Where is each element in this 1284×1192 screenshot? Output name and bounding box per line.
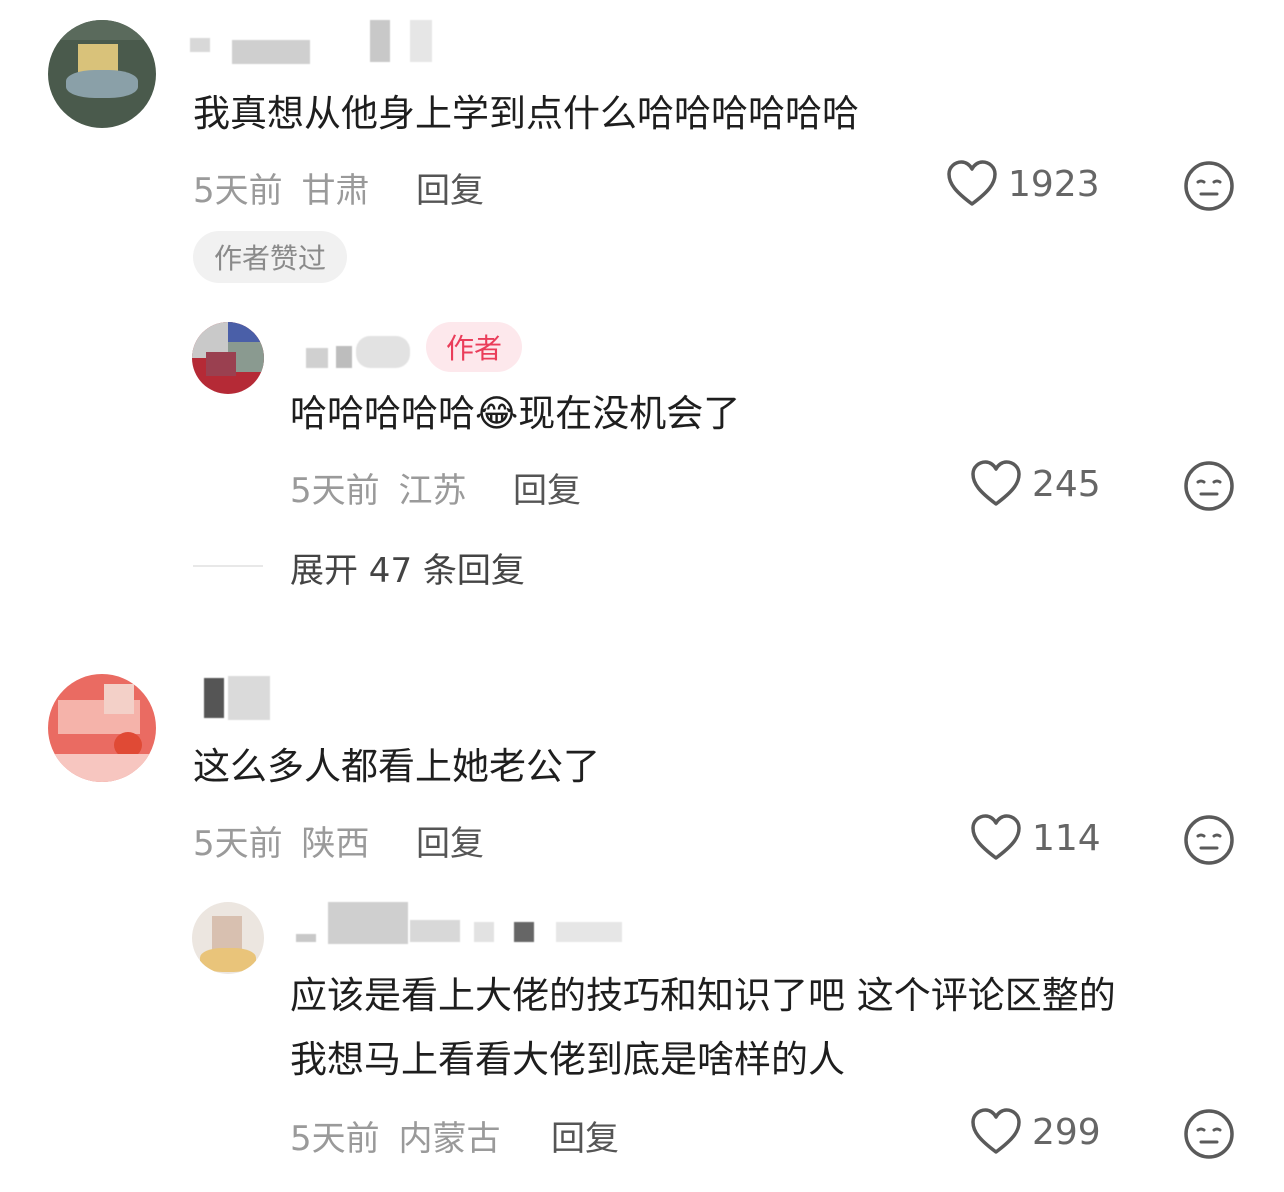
reply-author-avatar[interactable] [192,322,264,394]
expand-replies-button[interactable]: 展开 47 条回复 [290,543,525,592]
heart-outline-icon [971,460,1021,506]
author-liked-badge: 作者赞过 [193,231,347,283]
like-button[interactable]: 299 [970,1108,1101,1156]
heart-outline-icon [971,1108,1021,1154]
reply-author-avatar[interactable] [192,902,264,974]
author-badge: 作者 [426,322,522,372]
comment-location: 陕西 [301,824,370,864]
heart-outline-icon [971,814,1021,860]
reply-location: 内蒙古 [398,1119,501,1159]
meh-face-icon[interactable] [1183,814,1235,866]
like-count: 114 [1032,817,1101,859]
reply-location: 江苏 [398,471,467,511]
heart-outline-icon [947,160,997,206]
comment-text: 我真想从他身上学到点什么哈哈哈哈哈哈 [193,92,859,135]
like-button[interactable]: 1923 [946,160,1100,208]
reply-text-line-2: 我想马上看看大佬到底是啥样的人 [290,1038,845,1081]
like-count: 1923 [1008,163,1100,205]
comment-time: 5天前 [193,824,283,864]
reply-button[interactable]: 回复 [416,816,484,865]
reply-button[interactable]: 回复 [513,463,581,512]
comment-time: 5天前 [193,171,283,211]
commenter-avatar[interactable] [48,20,156,128]
reply-button[interactable]: 回复 [551,1111,619,1160]
meh-face-icon[interactable] [1183,160,1235,212]
reply-time: 5天前 [290,471,380,511]
like-count: 299 [1032,1111,1101,1153]
commenter-avatar[interactable] [48,674,156,782]
like-count: 245 [1032,463,1101,505]
like-button[interactable]: 245 [970,460,1101,508]
reply-button[interactable]: 回复 [416,163,484,212]
comment-meta: 5天前 甘肃 [193,163,369,212]
comment-meta: 5天前 陕西 [193,816,369,865]
expand-divider [193,565,263,567]
reply-meta: 5天前 江苏 [290,463,466,512]
meh-face-icon[interactable] [1183,460,1235,512]
reply-meta: 5天前 内蒙古 [290,1111,500,1160]
reply-text: 哈哈哈哈哈😂现在没机会了 [290,392,741,435]
meh-face-icon[interactable] [1183,1108,1235,1160]
like-button[interactable]: 114 [970,814,1101,862]
reply-text-line-1: 应该是看上大佬的技巧和知识了吧 这个评论区整的 [290,974,1116,1017]
comment-text: 这么多人都看上她老公了 [193,745,600,788]
reply-time: 5天前 [290,1119,380,1159]
comment-location: 甘肃 [301,171,370,211]
